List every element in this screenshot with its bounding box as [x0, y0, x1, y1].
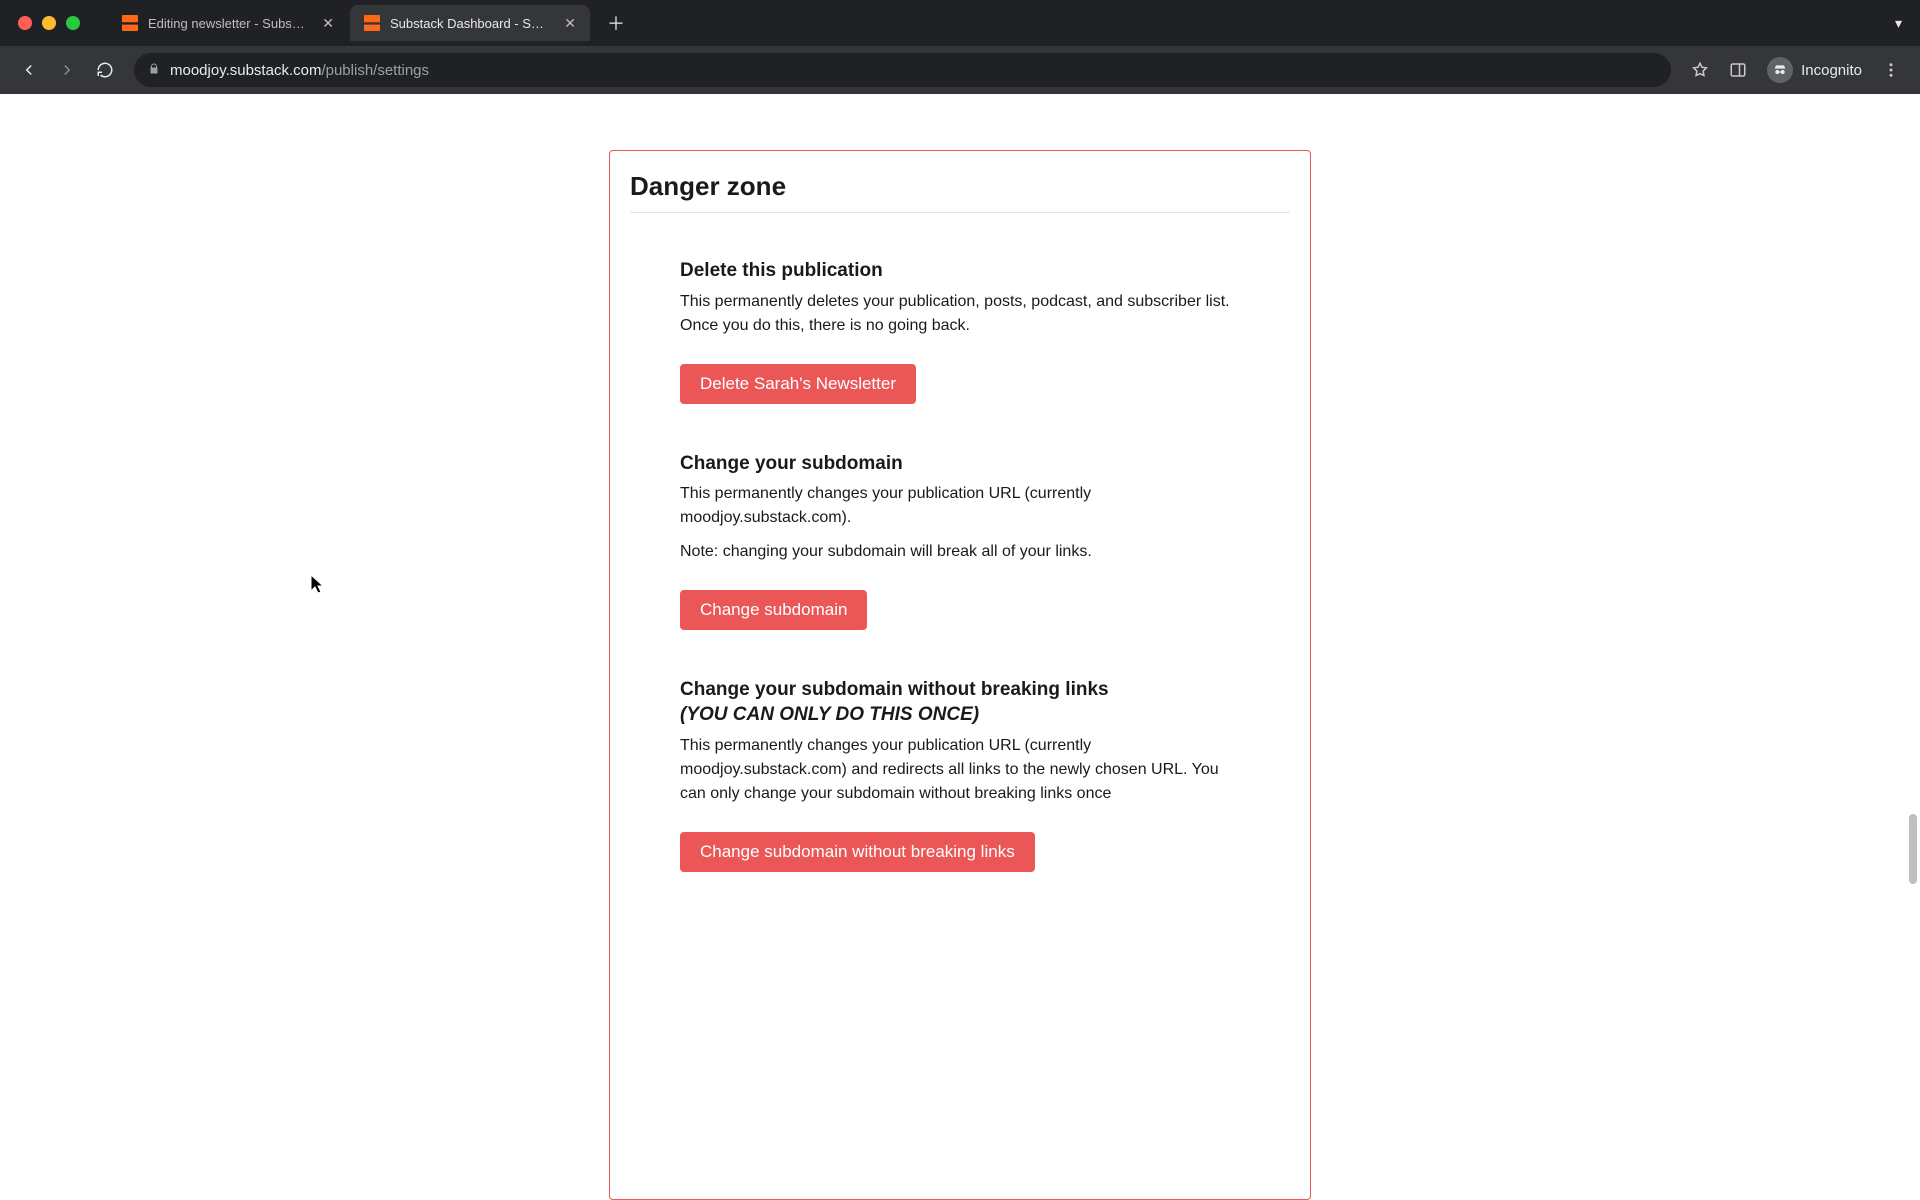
section-delete-publication: Delete this publication This permanently… [630, 259, 1290, 404]
window-titlebar: Editing newsletter - Substack ✕ Substack… [0, 0, 1920, 46]
window-zoom-icon[interactable] [66, 16, 80, 30]
page-viewport: Danger zone Delete this publication This… [0, 94, 1920, 1200]
section-desc: This permanently changes your publicatio… [680, 734, 1240, 806]
close-tab-icon[interactable]: ✕ [322, 15, 334, 32]
section-desc: This permanently changes your publicatio… [680, 482, 1240, 530]
incognito-icon [1767, 57, 1793, 83]
danger-zone-heading: Danger zone [630, 171, 1290, 213]
section-title: Delete this publication [680, 259, 1240, 284]
lock-icon [148, 62, 160, 78]
section-change-subdomain-no-break: Change your subdomain without breaking l… [630, 678, 1290, 871]
forward-button[interactable] [50, 53, 84, 87]
tab-label: Substack Dashboard - Sarah's [390, 16, 550, 31]
tab-list-dropdown-icon[interactable]: ▾ [1895, 15, 1902, 32]
browser-menu-icon[interactable] [1874, 53, 1908, 87]
change-subdomain-no-break-button[interactable]: Change subdomain without breaking links [680, 832, 1035, 872]
tab-editing-newsletter[interactable]: Editing newsletter - Substack ✕ [108, 5, 348, 41]
bookmark-star-icon[interactable] [1683, 53, 1717, 87]
window-minimize-icon[interactable] [42, 16, 56, 30]
side-panel-icon[interactable] [1721, 53, 1755, 87]
substack-favicon-icon [364, 15, 380, 31]
back-button[interactable] [12, 53, 46, 87]
section-title-emphasis: (YOU CAN ONLY DO THIS ONCE) [680, 703, 1240, 728]
section-title: Change your subdomain without breaking l… [680, 678, 1240, 727]
change-subdomain-button[interactable]: Change subdomain [680, 590, 867, 630]
address-bar[interactable]: moodjoy.substack.com/publish/settings [134, 53, 1671, 87]
window-close-icon[interactable] [18, 16, 32, 30]
vertical-scrollbar[interactable] [1909, 814, 1917, 884]
incognito-label: Incognito [1801, 62, 1862, 79]
section-title: Change your subdomain [680, 452, 1240, 477]
new-tab-button[interactable]: ＋ [602, 9, 630, 37]
section-desc: This permanently deletes your publicatio… [680, 290, 1240, 338]
url-host: moodjoy.substack.com [170, 62, 321, 79]
delete-publication-button[interactable]: Delete Sarah's Newsletter [680, 364, 916, 404]
reload-button[interactable] [88, 53, 122, 87]
window-traffic-lights [18, 16, 80, 30]
section-change-subdomain: Change your subdomain This permanently c… [630, 452, 1290, 631]
tab-strip: Editing newsletter - Substack ✕ Substack… [108, 0, 630, 46]
tab-label: Editing newsletter - Substack [148, 16, 308, 31]
substack-favicon-icon [122, 15, 138, 31]
url-path: /publish/settings [321, 62, 429, 79]
section-title-main: Change your subdomain without breaking l… [680, 679, 1109, 700]
incognito-indicator[interactable]: Incognito [1759, 57, 1870, 83]
mouse-cursor-icon [310, 574, 324, 594]
browser-toolbar: moodjoy.substack.com/publish/settings In… [0, 46, 1920, 94]
danger-zone-card: Danger zone Delete this publication This… [609, 150, 1311, 1200]
close-tab-icon[interactable]: ✕ [564, 15, 576, 32]
tab-substack-dashboard[interactable]: Substack Dashboard - Sarah's ✕ [350, 5, 590, 41]
section-desc-note: Note: changing your subdomain will break… [680, 540, 1240, 564]
